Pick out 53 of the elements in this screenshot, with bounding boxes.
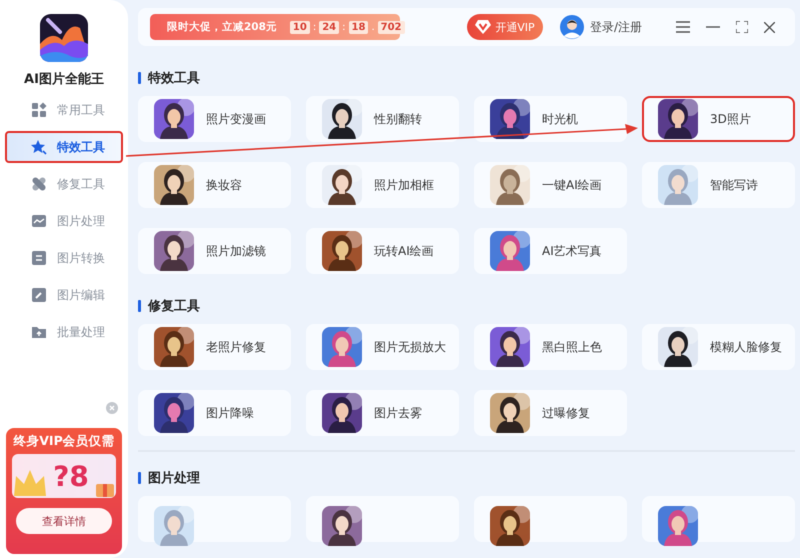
promo-text: 限时大促，立减208元: [167, 20, 277, 34]
section-title: 特效工具: [148, 70, 200, 87]
tool-card[interactable]: 图片去雾: [306, 390, 459, 436]
tool-card[interactable]: 照片加滤镜: [138, 228, 291, 274]
tool-card[interactable]: 照片变漫画: [138, 96, 291, 142]
close-icon[interactable]: [764, 22, 775, 32]
countdown-digit: 702: [378, 20, 404, 34]
countdown-digit: 10: [290, 20, 310, 34]
login-link[interactable]: 登录/注册: [590, 18, 642, 36]
tool-card[interactable]: 图片降噪: [138, 390, 291, 436]
section-title: 修复工具: [148, 298, 200, 315]
section-title: 图片处理: [148, 470, 200, 487]
tool-card[interactable]: 图片无损放大: [306, 324, 459, 370]
tool-card[interactable]: 一键AI绘画: [474, 162, 627, 208]
tool-card[interactable]: 智能写诗: [642, 162, 795, 208]
section-marker: [138, 72, 141, 84]
tool-card[interactable]: 黑白照上色: [474, 324, 627, 370]
tool-card[interactable]: 换妆容: [138, 162, 291, 208]
details-button[interactable]: 查看详情: [16, 508, 112, 534]
bandage-icon: [31, 176, 47, 192]
vip-badge-icon: [475, 20, 492, 34]
tiles-icon: [31, 102, 47, 118]
upload-folder-icon: [31, 324, 47, 340]
tool-card[interactable]: 照片加相框: [306, 162, 459, 208]
maximize-icon[interactable]: [736, 21, 748, 33]
tool-card[interactable]: 模糊人脸修复: [642, 324, 795, 370]
pencil-icon: [31, 287, 47, 303]
tool-card[interactable]: 过曝修复: [474, 390, 627, 436]
document-icon: [31, 250, 47, 266]
tool-card[interactable]: 3D照片: [642, 96, 795, 142]
section-marker: [138, 472, 141, 484]
sidebar-item[interactable]: 特效工具: [5, 131, 123, 163]
menu-icon[interactable]: [676, 21, 690, 33]
countdown-separator: .: [371, 22, 375, 32]
image-icon: [31, 213, 47, 229]
star-wand-icon: [31, 139, 47, 155]
tool-card[interactable]: 性别翻转: [306, 96, 459, 142]
app-name: AI图片全能王: [24, 71, 104, 88]
tool-card[interactable]: 老照片修复: [138, 324, 291, 370]
minimize-icon[interactable]: [706, 26, 720, 28]
countdown-separator: :: [342, 22, 346, 32]
crown-icon: [12, 468, 48, 498]
app-logo-icon: [40, 14, 88, 62]
countdown-digit: 24: [319, 20, 340, 34]
section-marker: [138, 300, 141, 312]
tool-card[interactable]: AI艺术写真: [474, 228, 627, 274]
promo-price: ?8: [53, 460, 89, 492]
promo-title: 终身VIP会员仅需: [13, 433, 115, 450]
countdown-separator: :: [312, 22, 316, 32]
avatar-icon[interactable]: [560, 15, 584, 39]
countdown-digit: 18: [348, 20, 368, 34]
tool-card[interactable]: 玩转AI绘画: [306, 228, 459, 274]
tool-card[interactable]: 时光机: [474, 96, 627, 142]
